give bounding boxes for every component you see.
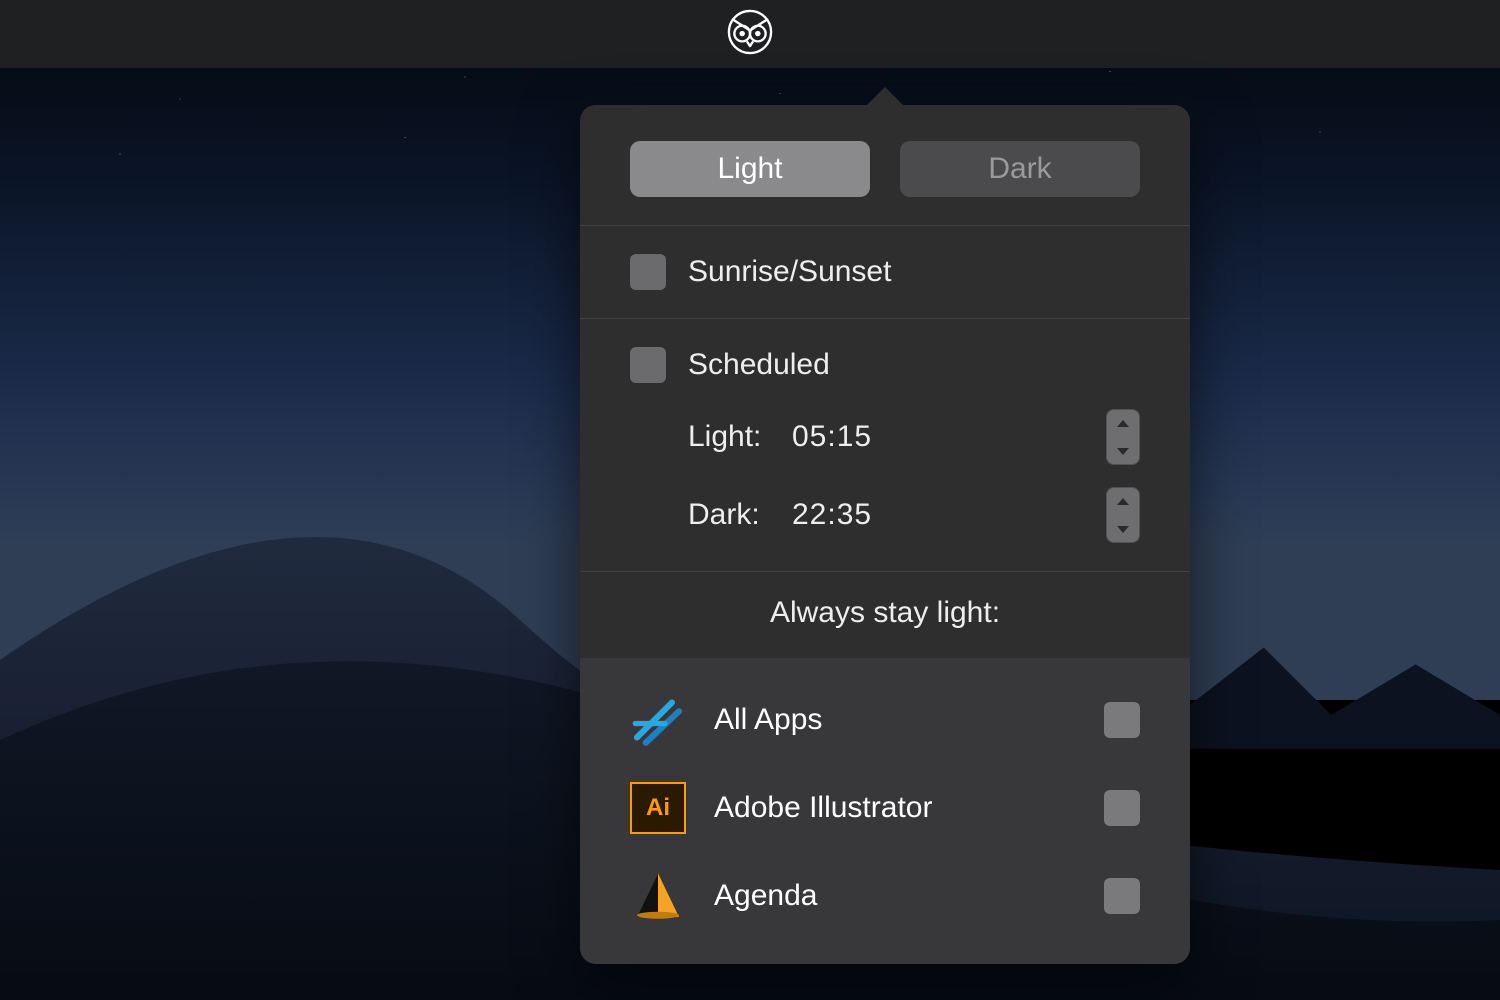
- dark-time-value[interactable]: 22:35: [792, 498, 912, 532]
- light-time-stepper[interactable]: [1106, 409, 1140, 465]
- sunrise-sunset-row: Sunrise/Sunset: [580, 226, 1190, 318]
- all-apps-icon: [630, 692, 686, 748]
- app-name: All Apps: [714, 703, 1076, 737]
- menu-bar: [0, 0, 1500, 68]
- settings-popover: Light Dark Sunrise/Sunset Scheduled Ligh…: [580, 105, 1190, 964]
- app-row-agenda: Agenda: [630, 852, 1140, 940]
- sunrise-sunset-checkbox[interactable]: Sunrise/Sunset: [630, 254, 1140, 290]
- desktop: Light Dark Sunrise/Sunset Scheduled Ligh…: [0, 0, 1500, 1000]
- scheduled-checkbox[interactable]: Scheduled: [630, 347, 1140, 383]
- light-time-row: Light: 05:15: [688, 409, 1140, 465]
- dark-mode-button[interactable]: Dark: [900, 141, 1140, 197]
- dark-time-row: Dark: 22:35: [688, 487, 1140, 543]
- chevron-up-icon: [1117, 498, 1129, 505]
- app-name: Agenda: [714, 879, 1076, 913]
- sunrise-sunset-label: Sunrise/Sunset: [688, 255, 891, 289]
- app-row-illustrator: Ai Adobe Illustrator: [630, 764, 1140, 852]
- chevron-down-icon: [1117, 448, 1129, 455]
- dark-time-stepper[interactable]: [1106, 487, 1140, 543]
- checkbox-icon: [630, 347, 666, 383]
- always-stay-light-heading: Always stay light:: [580, 572, 1190, 658]
- owl-icon[interactable]: [725, 7, 775, 62]
- chevron-down-icon: [1117, 526, 1129, 533]
- light-time-label: Light:: [688, 420, 774, 454]
- app-checkbox[interactable]: [1104, 790, 1140, 826]
- app-row-all-apps: All Apps: [630, 676, 1140, 764]
- app-name: Adobe Illustrator: [714, 791, 1076, 825]
- checkbox-icon: [630, 254, 666, 290]
- illustrator-icon: Ai: [630, 780, 686, 836]
- agenda-icon: [630, 868, 686, 924]
- chevron-up-icon: [1117, 420, 1129, 427]
- mode-segmented-control: Light Dark: [580, 105, 1190, 225]
- light-mode-button[interactable]: Light: [630, 141, 870, 197]
- scheduled-section: Scheduled Light: 05:15 Dark: 22:35: [580, 319, 1190, 571]
- app-checkbox[interactable]: [1104, 702, 1140, 738]
- app-checkbox[interactable]: [1104, 878, 1140, 914]
- dark-time-label: Dark:: [688, 498, 774, 532]
- scheduled-label: Scheduled: [688, 348, 830, 382]
- app-list: All Apps Ai Adobe Illustrator A: [580, 658, 1190, 964]
- light-time-value[interactable]: 05:15: [792, 420, 912, 454]
